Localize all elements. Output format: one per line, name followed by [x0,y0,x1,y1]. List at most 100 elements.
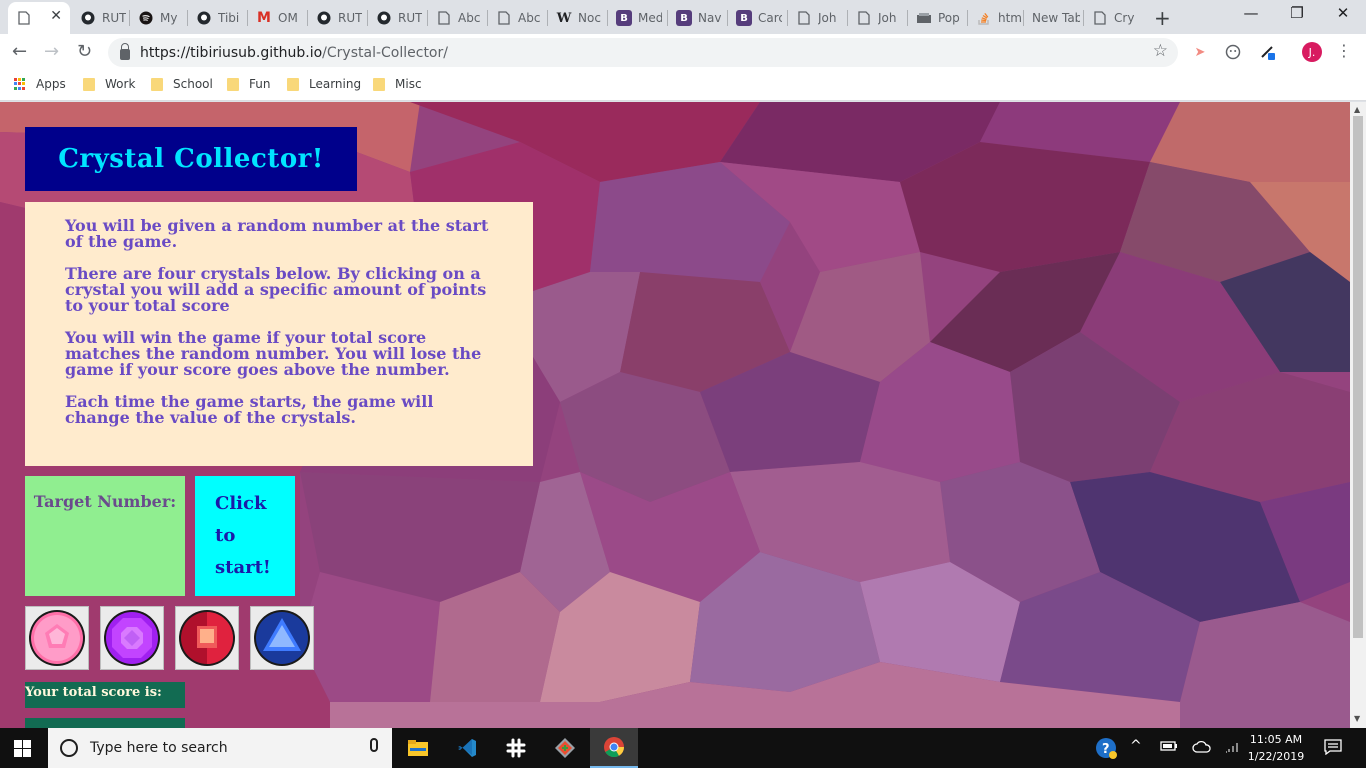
scroll-down-arrow-icon[interactable]: ▼ [1354,714,1360,723]
back-button[interactable]: ← [12,41,27,62]
bookmark-label: Apps [36,77,66,91]
cortana-icon [60,739,78,757]
vscode-icon[interactable] [443,728,491,768]
bookmark-school[interactable]: School [151,77,213,91]
folder-icon [151,77,163,91]
tab-bootstrap-media[interactable]: B Med [608,4,668,32]
tab-stackoverflow[interactable]: htm [968,4,1024,32]
profile-avatar[interactable]: J. [1302,42,1322,62]
tab-wikipedia[interactable]: W Noc [548,4,608,32]
close-window-button[interactable]: ✕ [1320,4,1366,22]
crystal-button-pink[interactable] [25,606,89,670]
folder-icon [287,77,299,91]
page-icon [1092,10,1108,26]
minimize-button[interactable]: — [1228,4,1274,22]
tab-tibi[interactable]: Tibi [188,4,248,32]
tab-abc-2[interactable]: Abc [488,4,548,32]
tab-joh-1[interactable]: Joh [788,4,848,32]
start-button[interactable]: Click to start! [195,476,295,596]
slack-icon[interactable] [492,728,540,768]
tab-joh-2[interactable]: Joh [848,4,908,32]
vertical-scrollbar[interactable]: ▲ ▼ [1350,102,1366,728]
tab-title: Cry [1114,11,1135,25]
show-hidden-icons-icon[interactable]: ^ [1130,738,1142,754]
github-icon [316,10,332,26]
page-viewport: Crystal Collector! You will be given a r… [0,102,1350,728]
tab-crystal[interactable]: Cry [1084,4,1140,32]
tab-gmail[interactable]: M OM [248,4,308,32]
extension-face-icon[interactable] [1223,42,1243,62]
instructions-panel: You will be given a random number at the… [25,202,533,466]
extension-pen-icon[interactable] [1258,42,1278,62]
blue-crystal-icon [254,610,310,666]
battery-icon[interactable] [1160,740,1178,756]
instruction-paragraph: You will win the game if your total scor… [65,328,482,379]
bookmark-misc[interactable]: Misc [373,77,422,91]
crystal-button-purple[interactable] [100,606,164,670]
bookmark-star-icon[interactable]: ☆ [1153,41,1168,61]
tab-title: Noc [578,11,601,25]
new-tab-button[interactable]: + [1154,6,1171,30]
bookmark-work[interactable]: Work [83,77,135,91]
github-icon [196,10,212,26]
tab-rut-3[interactable]: RUT [368,4,428,32]
total-score-label: Your total score is: [25,682,185,708]
help-icon[interactable]: ? [1095,737,1117,763]
tab-abc-1[interactable]: Abc [428,4,488,32]
target-number-box: Target Number: [25,476,185,596]
gitkraken-icon[interactable] [541,728,589,768]
tab-crystal-collector[interactable]: ✕ [8,2,70,34]
tab-title: htm [998,11,1022,25]
bookmark-label: School [173,77,213,91]
system-clock[interactable]: 11:05 AM 1/22/2019 [1244,731,1308,765]
tab-title: Tibi [218,11,240,25]
tab-rut-1[interactable]: RUT [72,4,130,32]
address-bar[interactable]: https://tibiriusub.github.io/Crystal-Col… [108,38,1178,67]
tab-title: Carc [758,11,782,25]
crystal-button-blue[interactable] [250,606,314,670]
chrome-taskbar-icon[interactable] [590,728,638,768]
spotify-icon [138,10,154,26]
purple-crystal-icon [104,610,160,666]
bookmark-label: Misc [395,77,422,91]
restore-button[interactable]: ❐ [1274,4,1320,22]
taskbar-search[interactable]: Type here to search [48,728,392,768]
tab-title: RUT [102,11,126,25]
tab-new-tab[interactable]: New Tab [1024,4,1082,32]
windows-start-icon[interactable] [14,740,31,757]
chrome-menu-icon[interactable]: ⋮ [1336,41,1352,60]
crystal-button-red[interactable] [175,606,239,670]
bookmark-label: Learning [309,77,362,91]
tab-rut-2[interactable]: RUT [308,4,368,32]
page-icon [856,10,872,26]
bookmark-fun[interactable]: Fun [227,77,270,91]
github-icon [376,10,392,26]
bookmark-learning[interactable]: Learning [287,77,361,91]
extension-cast-icon[interactable]: ➤ [1190,42,1210,62]
tab-bootstrap-nav[interactable]: B Nav [668,4,728,32]
reload-button[interactable]: ↻ [77,41,92,62]
bookmark-apps[interactable]: Apps [14,77,66,91]
microphone-icon[interactable] [370,738,378,752]
file-explorer-icon[interactable] [394,728,442,768]
scroll-up-arrow-icon[interactable]: ▲ [1354,105,1360,114]
instruction-paragraph: Each time the game starts, the game will… [65,392,434,427]
forward-button[interactable]: → [44,41,59,62]
windows-taskbar: Type here to search ? ^ 11:05 AM 1/22/20… [0,728,1366,768]
start-word: to [215,525,236,546]
url-host: https://tibiriusub.github.io [140,44,323,61]
folder-icon [373,77,385,91]
clock-date: 1/22/2019 [1247,750,1305,763]
tab-pop[interactable]: Pop [908,4,968,32]
onedrive-cloud-icon[interactable] [1192,740,1212,758]
stackoverflow-icon [976,10,992,26]
scrollbar-thumb[interactable] [1353,116,1363,638]
notifications-icon[interactable] [1324,739,1342,759]
tab-spotify[interactable]: My [130,4,188,32]
pink-crystal-icon [29,610,85,666]
wifi-icon[interactable] [1224,740,1242,758]
instruction-paragraph: You will be given a random number at the… [65,216,489,251]
bookmark-label: Work [105,77,136,91]
tab-bootstrap-card[interactable]: B Carc [728,4,788,32]
close-tab-icon[interactable]: ✕ [50,8,62,24]
